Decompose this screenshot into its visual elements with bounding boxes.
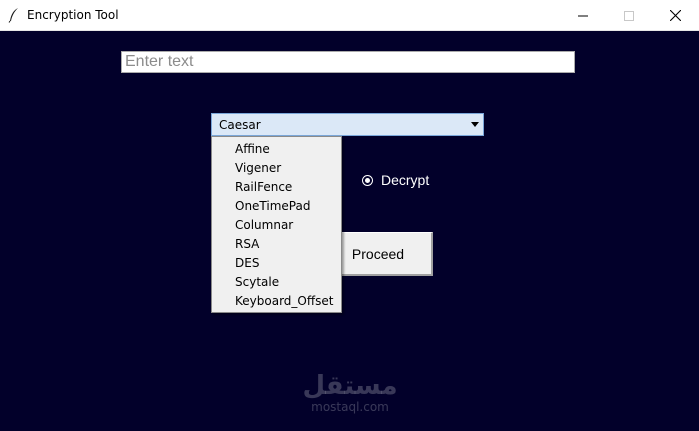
window-title: Encryption Tool — [27, 8, 119, 22]
dropdown-item-onetimepad[interactable]: OneTimePad — [212, 197, 341, 216]
dropdown-item-des[interactable]: DES — [212, 254, 341, 273]
close-button[interactable] — [652, 0, 698, 31]
radio-indicator[interactable] — [362, 174, 373, 186]
chevron-down-icon[interactable] — [471, 122, 479, 127]
radio-dot — [365, 177, 370, 183]
dropdown-item-columnar[interactable]: Columnar — [212, 216, 341, 235]
feather-icon — [8, 8, 18, 23]
dropdown-item-railfence[interactable]: RailFence — [212, 178, 341, 197]
text-input[interactable] — [121, 51, 575, 73]
decrypt-radio[interactable]: Decrypt — [362, 172, 432, 188]
maximize-button[interactable] — [606, 0, 652, 31]
dropdown-item-rsa[interactable]: RSA — [212, 235, 341, 254]
dropdown-item-affine[interactable]: Affine — [212, 140, 341, 159]
watermark-site: mostaql.com — [311, 400, 389, 414]
title-bar: Encryption Tool — [0, 0, 699, 31]
watermark: مستقل mostaql.com — [300, 372, 400, 424]
maximize-icon — [624, 10, 634, 21]
dropdown-item-scytale[interactable]: Scytale — [212, 273, 341, 292]
decrypt-radio-label: Decrypt — [381, 172, 430, 188]
cipher-selected-value: Caesar — [219, 118, 261, 132]
watermark-logo: مستقل — [302, 371, 398, 401]
minimize-icon — [578, 15, 588, 16]
dropdown-item-vigener[interactable]: Vigener — [212, 159, 341, 178]
cipher-dropdown-list: Affine Vigener RailFence OneTimePad Colu… — [211, 136, 342, 313]
cipher-combobox[interactable]: Caesar — [211, 113, 484, 136]
minimize-button[interactable] — [560, 0, 606, 31]
dropdown-item-keyboard-offset[interactable]: Keyboard_Offset — [212, 292, 341, 311]
close-icon — [669, 10, 681, 21]
